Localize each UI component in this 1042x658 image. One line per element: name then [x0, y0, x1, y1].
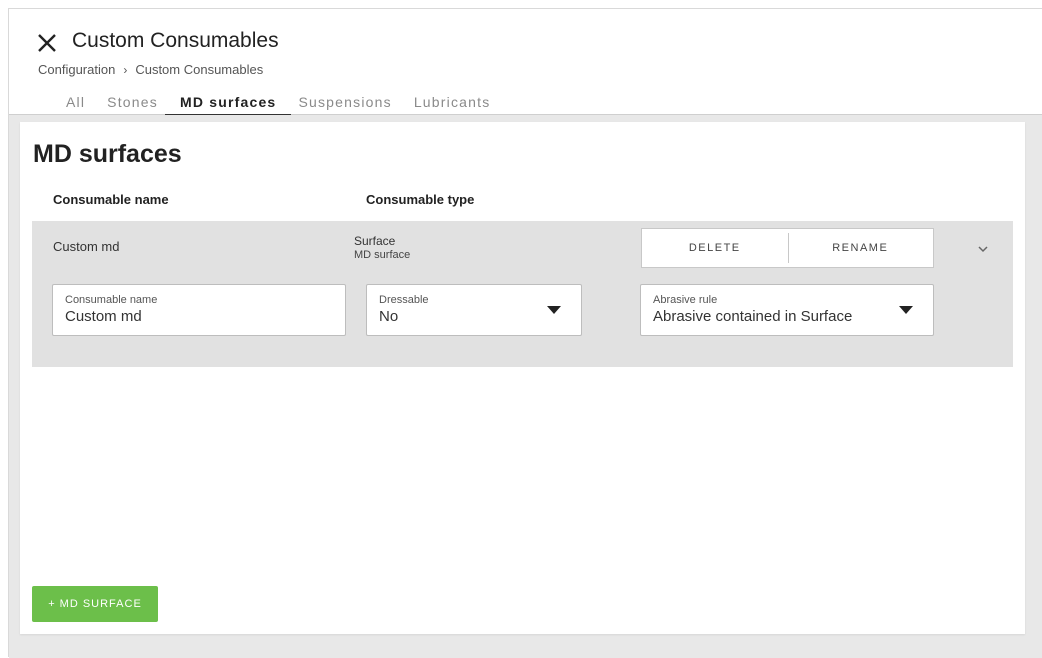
- row-type-label: Surface: [354, 234, 396, 248]
- dressable-label: Dressable: [379, 294, 429, 306]
- breadcrumb-separator-icon: ›: [123, 62, 128, 77]
- tab-bar: All Stones MD surfaces Suspensions Lubri…: [66, 94, 512, 116]
- header: Custom Consumables Configuration › Custo…: [9, 9, 1042, 116]
- column-header-type: Consumable type: [366, 192, 475, 207]
- tab-md-surfaces[interactable]: MD surfaces: [164, 94, 292, 116]
- consumable-name-label: Consumable name: [65, 294, 158, 306]
- abrasive-rule-select[interactable]: Abrasive rule Abrasive contained in Surf…: [640, 284, 934, 336]
- row-subtype-label: MD surface: [354, 249, 411, 261]
- caret-down-icon: [899, 306, 913, 314]
- breadcrumb-parent[interactable]: Configuration: [38, 62, 115, 77]
- breadcrumb: Configuration › Custom Consumables: [38, 62, 263, 77]
- dressable-value: No: [379, 308, 399, 325]
- row-consumable-name: Custom md: [53, 239, 120, 254]
- tab-lubricants[interactable]: Lubricants: [414, 94, 491, 116]
- add-md-surface-button[interactable]: + MD SURFACE: [32, 586, 158, 622]
- consumable-row: Custom md Surface MD surface DELETE RENA…: [32, 221, 1013, 367]
- delete-button[interactable]: DELETE: [642, 229, 788, 267]
- tab-suspensions[interactable]: Suspensions: [298, 94, 391, 116]
- consumable-name-field[interactable]: Consumable name Custom md: [52, 284, 346, 336]
- abrasive-rule-value: Abrasive contained in Surface: [653, 308, 853, 325]
- caret-down-icon: [547, 306, 561, 314]
- column-header-name: Consumable name: [53, 192, 169, 207]
- abrasive-rule-label: Abrasive rule: [653, 294, 718, 306]
- tab-all[interactable]: All: [66, 94, 85, 116]
- consumables-card: MD surfaces Consumable name Consumable t…: [20, 122, 1025, 634]
- breadcrumb-current: Custom Consumables: [135, 62, 264, 77]
- close-icon[interactable]: [36, 32, 58, 54]
- rename-button[interactable]: RENAME: [787, 229, 934, 267]
- page-title: Custom Consumables: [72, 29, 279, 52]
- row-consumable-type: Surface MD surface: [354, 234, 410, 262]
- row-actions: DELETE RENAME: [641, 228, 934, 268]
- tab-stones[interactable]: Stones: [107, 94, 158, 116]
- consumable-name-value[interactable]: Custom md: [65, 308, 142, 325]
- dressable-select[interactable]: Dressable No: [366, 284, 582, 336]
- section-title: MD surfaces: [33, 140, 182, 168]
- chevron-down-icon[interactable]: [977, 242, 989, 254]
